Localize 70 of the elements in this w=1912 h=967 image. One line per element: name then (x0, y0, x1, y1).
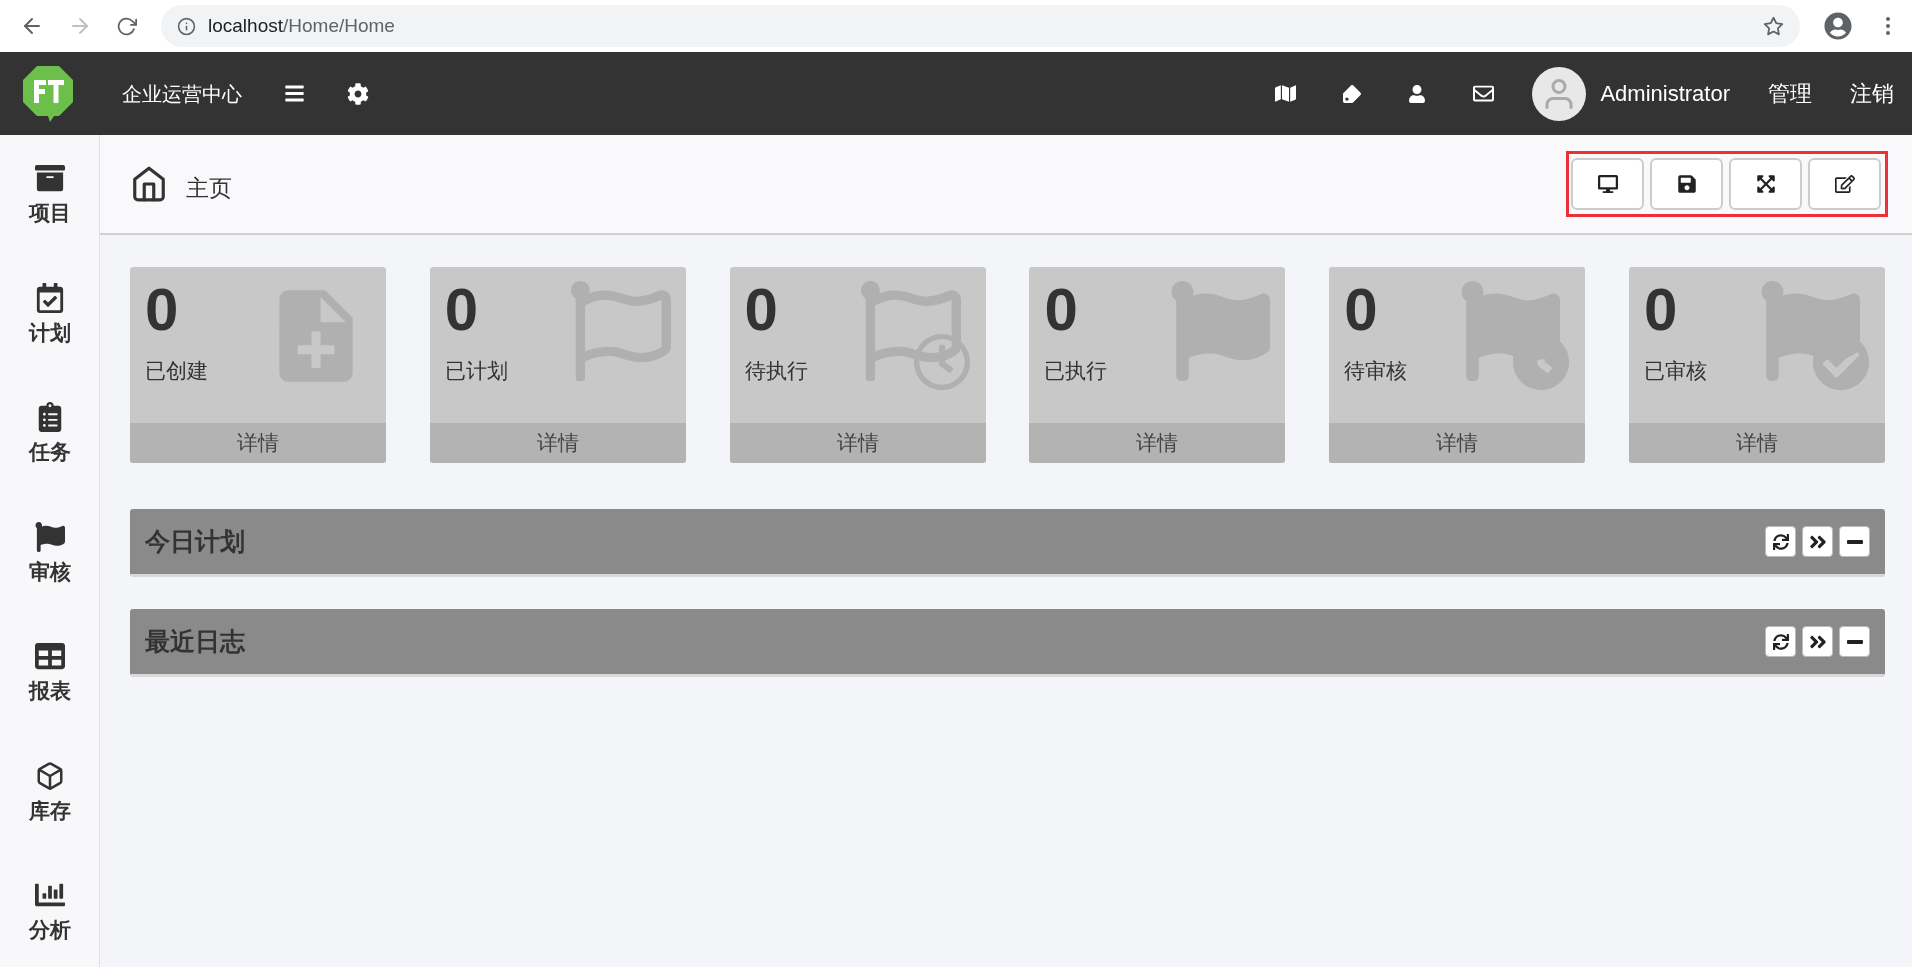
table-icon (34, 641, 65, 671)
price-tag-icon[interactable] (1343, 84, 1362, 103)
nav-link[interactable]: 管理 (1768, 77, 1812, 110)
breadcrumb-text[interactable]: 主页 (186, 170, 232, 206)
refresh-button[interactable] (1765, 526, 1796, 557)
monitor-button[interactable] (1571, 158, 1644, 210)
stat-count: 0 (145, 277, 180, 343)
details-link[interactable]: 详情 (1029, 423, 1286, 463)
minus-button[interactable] (1839, 526, 1870, 557)
sidebar-item[interactable]: 计划 (28, 282, 71, 348)
url-text: localhost/Home/Home (208, 13, 395, 38)
minus-icon (1846, 539, 1863, 544)
stat-label: 已审核 (1644, 358, 1707, 384)
sidebar-item[interactable]: 报表 (28, 641, 71, 707)
settings-icon[interactable] (347, 82, 369, 105)
panel-title: 最近日志 (145, 625, 245, 657)
profile-icon[interactable] (1824, 12, 1852, 40)
stat-count: 0 (1344, 277, 1379, 343)
stat-label: 已计划 (444, 358, 508, 384)
details-link[interactable]: 详情 (1629, 423, 1885, 463)
mail-icon[interactable] (1473, 83, 1495, 104)
minus-icon (1846, 639, 1863, 644)
stat-count: 0 (444, 277, 480, 343)
sidebar-item[interactable]: 审核 (28, 521, 71, 587)
details-link[interactable]: 详情 (729, 423, 986, 463)
menu-icon[interactable] (284, 83, 305, 104)
details-link[interactable]: 详情 (429, 423, 686, 463)
info-icon[interactable] (177, 16, 196, 36)
address-bar[interactable]: localhost/Home/Home (161, 5, 1800, 47)
stat-count: 0 (1644, 277, 1679, 343)
calendar-check-icon (34, 282, 65, 313)
refresh-icon (1772, 533, 1789, 550)
nav-link[interactable]: 注销 (1850, 77, 1894, 110)
expand-button[interactable] (1729, 158, 1802, 210)
expand-icon (1755, 174, 1776, 194)
flag-icon (570, 281, 671, 381)
stat-label: 待执行 (744, 358, 808, 384)
home-icon[interactable] (130, 165, 168, 203)
archive-icon (34, 163, 65, 193)
reload-icon[interactable] (116, 15, 137, 37)
stat-label: 待审核 (1344, 358, 1408, 384)
user-name[interactable]: Administrator (1600, 77, 1730, 110)
stat-count: 0 (1044, 277, 1079, 343)
app-title[interactable]: 企业运营中心 (122, 78, 242, 109)
refresh-icon (1772, 633, 1789, 650)
save-button[interactable] (1650, 158, 1723, 210)
map-icon[interactable] (1275, 83, 1297, 104)
edit-icon (1834, 174, 1855, 194)
details-link[interactable]: 详情 (130, 423, 386, 463)
stat-count: 0 (744, 277, 779, 343)
refresh-button[interactable] (1765, 626, 1796, 657)
stat-label: 已创建 (145, 358, 208, 384)
minus-button[interactable] (1839, 626, 1870, 657)
double-chevron-button[interactable] (1802, 526, 1833, 557)
save-icon (1676, 174, 1697, 194)
sidebar-item[interactable]: 任务 (28, 402, 71, 468)
panel-title: 今日计划 (145, 525, 245, 557)
edit-button[interactable] (1808, 158, 1881, 210)
stat-label: 已执行 (1044, 358, 1108, 384)
star-icon[interactable] (1763, 15, 1784, 37)
monitor-icon (1597, 174, 1618, 194)
sidebar-item[interactable]: 项目 (28, 163, 71, 229)
sidebar-item[interactable]: 分析 (28, 880, 71, 946)
flag-check-icon (1760, 281, 1870, 391)
details-link[interactable]: 详情 (1329, 423, 1586, 463)
double-chevron-button[interactable] (1802, 626, 1833, 657)
flag-icon (1170, 281, 1271, 381)
user-icon[interactable] (1408, 84, 1427, 103)
logo-icon[interactable] (22, 64, 74, 123)
sidebar-item[interactable]: 库存 (28, 760, 71, 826)
